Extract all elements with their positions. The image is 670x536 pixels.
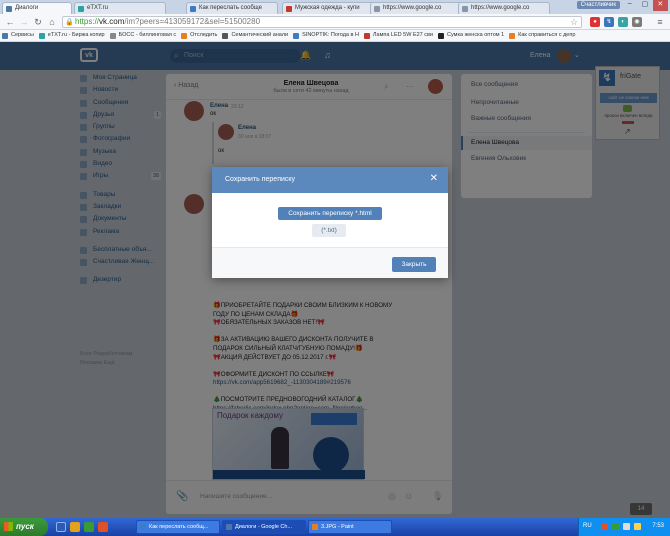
url-field[interactable]: 🔒 https://vk.com/im?peers=413059172&sel=5… [62,16,582,28]
bookmark-favicon-icon [222,33,229,39]
taskbar-app-icon [312,524,318,530]
modal-header: Сохранить переписку ✕ [212,167,448,193]
browser-tab[interactable]: Диалоги [2,2,72,14]
reload-icon[interactable]: ↻ [32,16,44,28]
taskbar-app-icon [226,524,232,530]
modal-footer: Закрыть [212,247,448,278]
bookmark-item[interactable]: Как справиться с депр [507,30,578,41]
home-icon[interactable]: ⌂ [46,16,58,28]
bookmark-favicon-icon [438,33,445,39]
close-modal-button[interactable]: Закрыть [392,257,436,272]
forward-arrow-icon[interactable]: → [18,16,30,28]
close-icon[interactable]: ✕ [430,173,438,184]
window-controls: – ▢ ✕ [622,0,668,11]
tray-icon[interactable] [634,523,641,530]
browser-tab[interactable]: https://www.google.co [458,2,550,14]
extension-icon[interactable]: ◐ [618,17,628,27]
system-tray: RU 7:53 [578,518,670,536]
bookmark-favicon-icon [509,33,516,39]
bookmarks-bar: Сервисы eTXT.ru - Биржа копир БОСС - билли… [0,30,670,42]
tab-favicon-icon [6,6,12,12]
show-desktop-icon[interactable] [56,522,66,532]
address-bar: ← → ↻ ⌂ 🔒 https://vk.com/im?peers=4130591… [0,14,670,30]
tab-favicon-icon [78,6,84,12]
taskbar-button-label: Как переслать сообщ... [149,524,209,530]
window-title: Счастливчик [576,1,620,9]
extension-2-icon[interactable]: ◉ [632,17,642,27]
start-button[interactable]: пуск [0,518,48,536]
tray-icon[interactable] [612,523,619,530]
taskbar-app-icon [140,524,146,530]
taskbar: пуск Как переслать сообщ... Диалоги - Goo… [0,518,670,536]
bookmark-item[interactable]: Лампа LED 5W E27 сви [362,30,436,41]
bookmark-favicon-icon [109,33,116,39]
tab-label: Диалоги [15,5,39,11]
back-arrow-icon[interactable]: ← [4,16,16,28]
bookmark-label: БОСС - биллинговая с [118,32,177,38]
taskbar-button[interactable]: Как переслать сообщ... [136,520,220,534]
tab-label: Как переслать сообще [199,5,263,11]
tab-favicon-icon [190,6,196,12]
tab-label: eTXT.ru [87,5,109,11]
modal-title: Сохранить переписку [225,176,296,183]
close-window-button[interactable]: ✕ [652,0,668,11]
tab-label: https://www.google.co [383,5,442,11]
maximize-button[interactable]: ▢ [637,0,652,11]
taskbar-button[interactable]: 3.JPG - Paint [308,520,392,534]
save-txt-button[interactable]: (*.txt) [312,224,346,237]
language-indicator[interactable]: RU [583,523,592,529]
bookmark-item[interactable]: SINOPTIK: Погода в Н [291,30,362,41]
minimize-button[interactable]: – [622,0,637,11]
bookmark-item[interactable]: Сервисы [0,30,37,41]
tab-favicon-icon [286,6,292,12]
bookmark-label: Сумка женска оптом 1 [447,32,505,38]
bookmark-item[interactable]: Сумка женска оптом 1 [436,30,507,41]
bookmark-label: Лампа LED 5W E27 сви [372,32,434,38]
chrome-icon[interactable] [84,522,94,532]
bookmark-favicon-icon [363,33,370,39]
tray-icon[interactable] [623,523,630,530]
quicklaunch-icon[interactable] [98,522,108,532]
bookmark-label: Отследить [190,32,218,38]
windows-logo-icon [4,522,13,531]
browser-tabstrip: Диалоги eTXT.ru Как переслать сообще Мужска… [0,0,670,14]
taskbar-button-label: 3.JPG - Paint [321,524,354,530]
tab-favicon-icon [374,6,380,12]
bookmark-label: Сервисы [11,32,34,38]
bookmark-star-icon[interactable]: ☆ [568,16,580,28]
lock-icon: 🔒 [65,19,74,26]
bookmark-label: SINOPTIK: Погода в Н [302,32,359,38]
bookmark-favicon-icon [2,33,8,39]
taskbar-button-label: Диалоги - Google Ch... [235,524,293,530]
tab-favicon-icon [462,6,468,12]
bookmark-label: Семантический анали [231,32,289,38]
menu-icon[interactable]: ≡ [654,16,666,28]
clock: 7:53 [652,523,664,529]
browser-tab[interactable]: Как переслать сообще [186,2,278,14]
browser-tab[interactable]: Мужская одежда - купи [282,2,374,14]
modal-overlay[interactable] [0,42,670,518]
adblock-icon[interactable]: ● [590,17,600,27]
bookmark-label: Как справиться с депр [518,32,576,38]
save-dialog-modal: Сохранить переписку ✕ Сохранить переписк… [212,167,448,278]
save-html-button[interactable]: Сохранить переписку *.html [278,207,382,220]
bookmark-favicon-icon [293,33,300,39]
tray-icon[interactable] [601,523,608,530]
tab-label: Мужская одежда - купи [295,5,360,11]
frigate-extension-icon[interactable]: ↯ [604,17,614,27]
explorer-icon[interactable] [70,522,80,532]
taskbar-button[interactable]: Диалоги - Google Ch... [222,520,306,534]
browser-tab[interactable]: eTXT.ru [74,2,166,14]
bookmark-item[interactable]: БОСС - биллинговая с [108,30,180,41]
bookmark-item[interactable]: Отследить [179,30,220,41]
browser-tab[interactable]: https://www.google.co [370,2,462,14]
bookmark-item[interactable]: Семантический анали [220,30,291,41]
bookmark-label: eTXT.ru - Биржа копир [47,32,105,38]
bookmark-favicon-icon [38,33,45,39]
bookmark-item[interactable]: eTXT.ru - Биржа копир [37,30,108,41]
bookmark-favicon-icon [181,33,188,39]
tab-label: https://www.google.co [471,5,530,11]
